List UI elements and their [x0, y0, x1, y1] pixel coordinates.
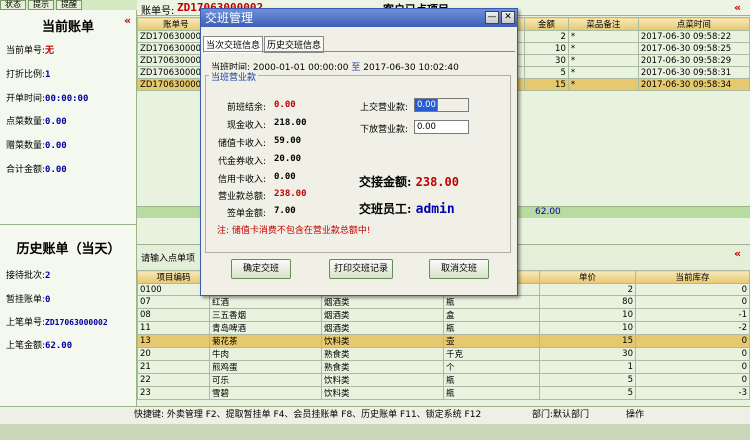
- col-stock: 当前库存: [635, 270, 750, 284]
- signed-amount-value: 7.00: [274, 206, 296, 216]
- handin-input[interactable]: [414, 98, 469, 112]
- close-icon[interactable]: ✕: [501, 11, 515, 24]
- credit-card-value: 0.00: [274, 172, 296, 182]
- left-panel: 当前账单 « 当前单号:无 打折比例:1 开单时间:00:00:00 点菜数量:…: [0, 10, 137, 408]
- col-note: 菜品备注: [567, 17, 639, 31]
- dept-label: 部门:默认部门: [532, 410, 590, 420]
- signed-amount-label: 签单金额:: [226, 209, 266, 219]
- collapse-lower-icon[interactable]: «: [734, 247, 741, 260]
- collapse-right-icon[interactable]: «: [734, 1, 741, 14]
- reception-batch: 接待批次:2: [6, 271, 51, 281]
- bottom-strip: [0, 424, 750, 440]
- discount-ratio: 打折比例:1: [6, 70, 51, 80]
- revenue-total-value: 238.00: [274, 189, 307, 199]
- dialog-note: 注: 储值卡消费不包含在营业款总额中!: [217, 226, 371, 236]
- table-row[interactable]: 20 牛肉 熟食类 千克 30 0: [137, 347, 750, 361]
- tab-hint[interactable]: 提示: [28, 0, 54, 10]
- col-time: 点菜时间: [637, 17, 750, 31]
- last-bill-amount: 上笔金额:62.00: [6, 341, 73, 351]
- total-amount: 合计金额:0.00: [6, 165, 67, 175]
- history-bill-title: 历史账单（当天）: [16, 242, 121, 257]
- prev-balance-value: 0.00: [274, 100, 296, 110]
- total-value: 62.00: [535, 207, 561, 217]
- stored-card-value: 59.00: [274, 136, 302, 146]
- bill-no-label: 账单号:: [141, 6, 175, 17]
- table-row[interactable]: 11 青岛啤酒 烟酒类瓶 10 -2: [137, 321, 750, 335]
- voucher-label: 代金券收入:: [217, 157, 266, 167]
- collapse-chevron-icon[interactable]: «: [124, 14, 131, 27]
- release-input[interactable]: 0.00: [414, 120, 469, 134]
- handin-label: 上交营业款:: [359, 103, 408, 113]
- confirm-shift-button[interactable]: 确定交班: [231, 259, 291, 279]
- cash-income-value: 218.00: [274, 118, 307, 128]
- table-row[interactable]: 07 红酒 烟酒类瓶 80 0: [137, 295, 750, 309]
- tab-status[interactable]: 状态: [0, 0, 26, 10]
- shift-handover-dialog: 交班管理 — ✕ 当次交班信息 历史交班信息 当班时间: 2000-01-01 …: [200, 8, 518, 296]
- credit-card-label: 信用卡收入:: [217, 175, 266, 185]
- voucher-value: 20.00: [274, 154, 302, 164]
- input-prompt: 请输入点单项: [141, 254, 196, 264]
- current-bill-title: 当前账单: [41, 20, 94, 35]
- current-bill-no: 当前单号:无: [6, 46, 55, 56]
- tab-reminder[interactable]: 提醒: [56, 0, 82, 10]
- dialog-title: 交班管理: [201, 9, 517, 27]
- order-qty: 点菜数量:0.00: [6, 117, 67, 127]
- last-bill-no: 上笔单号:ZD17063000002: [6, 318, 108, 328]
- open-time: 开单时间:00:00:00: [6, 94, 89, 104]
- table-row[interactable]: 23 雪碧 饮料类瓶 5 -3: [137, 386, 750, 400]
- release-label: 下放营业款:: [359, 125, 408, 135]
- gift-qty: 赠菜数量:0.00: [6, 141, 67, 151]
- revenue-group-title: 当班营业款: [209, 70, 259, 83]
- operator-label: 操作: [626, 410, 645, 420]
- held-bills: 暂挂账单:0: [6, 295, 51, 305]
- col-price: 单价: [539, 270, 636, 284]
- staff-row: 交班员工: admin: [359, 202, 455, 217]
- prev-balance-label: 前班结余:: [226, 103, 266, 113]
- revenue-total-label: 营业款总额:: [217, 192, 266, 202]
- handover-amount-row: 交接金额: 238.00: [359, 175, 459, 189]
- table-row[interactable]: 22 可乐 饮料类瓶 5 0: [137, 373, 750, 387]
- print-shift-record-button[interactable]: 打印交班记录: [329, 259, 393, 279]
- top-tabs: 状态 提示 提醒: [0, 0, 82, 10]
- table-row[interactable]: 21 煎鸡蛋 熟食类个 1 0: [137, 360, 750, 374]
- shortcut-hint: 快捷键: 外卖管理 F2、提取暂挂单 F4、会员挂账单 F8、历史账单 F11、…: [134, 410, 482, 420]
- stored-card-label: 储值卡收入:: [217, 139, 266, 149]
- cancel-shift-button[interactable]: 取消交班: [429, 259, 489, 279]
- col-amount: 金额: [523, 17, 569, 31]
- cash-income-label: 现金收入:: [226, 121, 266, 131]
- status-bar: 快捷键: 外卖管理 F2、提取暂挂单 F4、会员挂账单 F8、历史账单 F11、…: [0, 406, 750, 424]
- col-code: 项目编码: [137, 270, 210, 284]
- table-row-selected[interactable]: 13 菊花茶 饮料类壶 15 0: [137, 334, 750, 348]
- table-row[interactable]: 08 三五香烟 烟酒类盒 10 -1: [137, 308, 750, 322]
- minimize-icon[interactable]: —: [485, 11, 499, 24]
